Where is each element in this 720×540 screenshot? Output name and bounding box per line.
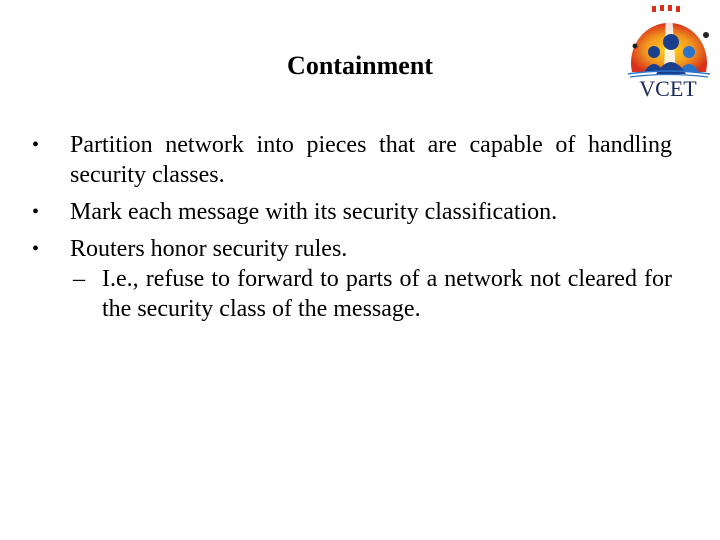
sub-bullet-marker: – — [73, 266, 85, 292]
bullet-marker: • — [32, 134, 40, 156]
bullet-marker: • — [32, 201, 40, 223]
vcet-logo-icon: VCET — [618, 2, 718, 101]
bullet-text: Partition network into pieces that are c… — [70, 132, 672, 188]
sub-bullet-item: – I.e., refuse to forward to parts of a … — [30, 264, 672, 324]
bullet-item: • Mark each message with its security cl… — [30, 197, 672, 227]
bullet-list: • Partition network into pieces that are… — [30, 130, 672, 324]
bullet-item: • Partition network into pieces that are… — [30, 130, 672, 190]
bullet-marker: • — [32, 238, 40, 260]
bullet-text: Mark each message with its security clas… — [70, 199, 558, 225]
bullet-text: Routers honor security rules. — [70, 236, 348, 262]
bullet-item: • Routers honor security rules. — [30, 234, 672, 264]
sub-bullet-text: I.e., refuse to forward to parts of a ne… — [102, 266, 672, 322]
slide-title: Containment — [287, 51, 433, 80]
logo-text: VCET — [639, 76, 697, 98]
